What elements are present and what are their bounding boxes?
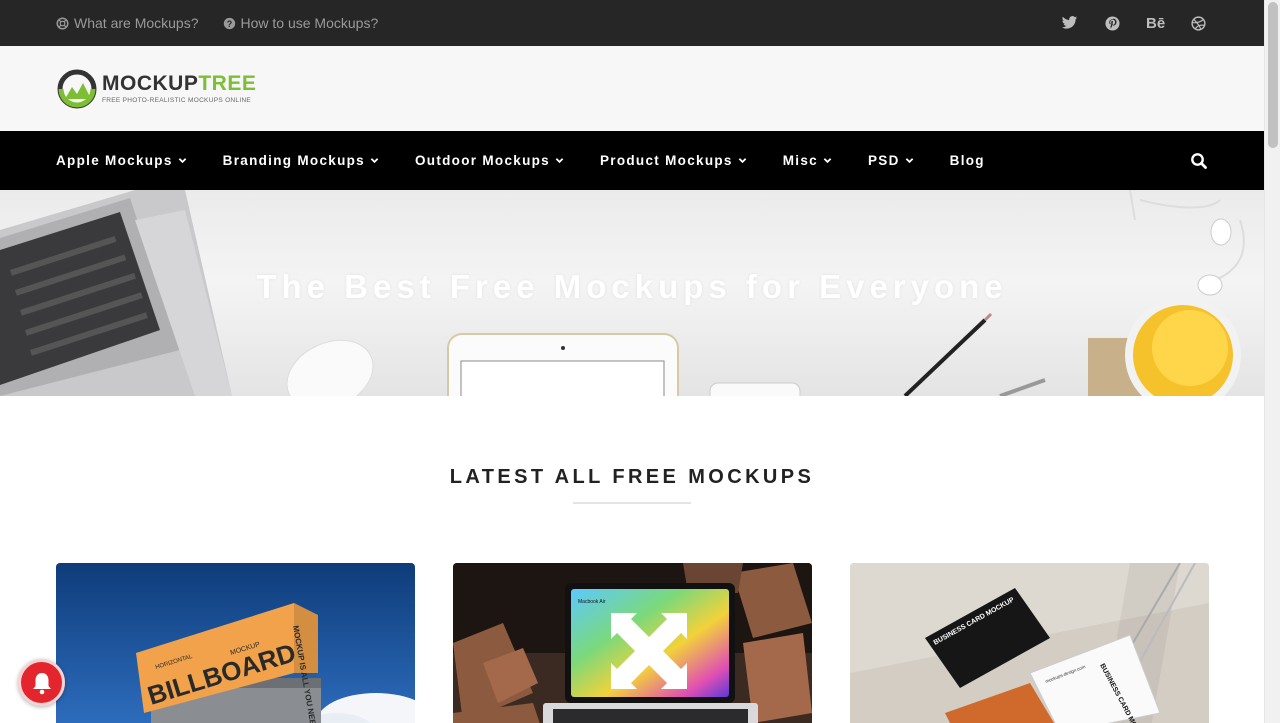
- mockuptree-logo-icon: [57, 69, 97, 108]
- nav-item-label: Blog: [949, 153, 985, 168]
- nav-item-label: Apple Mockups: [56, 153, 173, 168]
- nav-item-label: PSD: [867, 153, 900, 168]
- dribbble-icon[interactable]: [1189, 15, 1208, 31]
- business-card-mockup-thumbnail: BUSINESS CARD MOCKUP BUSINESS CARD MOCKU…: [850, 563, 1209, 723]
- logo-tagline: FREE PHOTO-REALISTIC MOCKUPS ONLINE: [102, 97, 252, 104]
- question-circle-icon: ?: [223, 17, 235, 29]
- nav-item-branding-mockups[interactable]: Branding Mockups: [223, 153, 379, 168]
- scrollbar-thumb[interactable]: [1268, 2, 1278, 148]
- nav-menu: Apple Mockups Branding Mockups Outdoor M…: [56, 153, 985, 168]
- mockup-card-grid: BILLBOARD MOCKUP HORIZONTAL MOCKUP IS AL…: [56, 563, 1209, 723]
- chevron-down-icon: [370, 158, 379, 164]
- social-links: Bē: [1060, 15, 1208, 32]
- chevron-down-icon: [823, 158, 832, 164]
- hero-banner: The Best Free Mockups for Everyone: [0, 190, 1264, 396]
- billboard-mockup-thumbnail: BILLBOARD MOCKUP HORIZONTAL MOCKUP IS AL…: [56, 563, 415, 723]
- chevron-down-icon: [555, 158, 564, 164]
- logo-name-mockup: MOCKUP: [102, 72, 199, 95]
- nav-item-apple-mockups[interactable]: Apple Mockups: [56, 153, 187, 168]
- chevron-down-icon: [905, 158, 913, 164]
- nav-item-label: Product Mockups: [599, 153, 733, 168]
- notification-bell-button[interactable]: [18, 659, 65, 706]
- nav-item-blog[interactable]: Blog: [950, 153, 985, 168]
- what-are-mockups-label: What are Mockups?: [74, 15, 199, 31]
- behance-icon[interactable]: Bē: [1146, 15, 1165, 32]
- how-to-use-mockups-label: How to use Mockups?: [240, 15, 379, 31]
- bell-icon: [32, 672, 51, 694]
- nav-item-label: Outdoor Mockups: [414, 153, 550, 168]
- pinterest-icon[interactable]: [1103, 15, 1122, 31]
- search-icon[interactable]: [1190, 152, 1208, 170]
- nav-item-psd[interactable]: PSD: [868, 153, 914, 168]
- how-to-use-mockups-link[interactable]: ? How to use Mockups?: [223, 15, 379, 31]
- main-nav: Apple Mockups Branding Mockups Outdoor M…: [0, 131, 1264, 190]
- logo-text: MOCKUPTREE FREE PHOTO-REALISTIC MOCKUPS …: [102, 73, 256, 105]
- title-divider: [573, 502, 691, 504]
- twitter-icon[interactable]: [1060, 16, 1079, 30]
- logo-name: MOCKUPTREE: [102, 73, 256, 95]
- latest-section-title: LATEST ALL FREE MOCKUPS: [449, 466, 815, 488]
- site-header: MOCKUPTREE FREE PHOTO-REALISTIC MOCKUPS …: [0, 46, 1264, 131]
- logo-name-tree: TREE: [198, 72, 257, 95]
- nav-item-product-mockups[interactable]: Product Mockups: [600, 153, 747, 168]
- help-ring-icon: [56, 16, 69, 30]
- top-bar: What are Mockups? ? How to use Mockups? …: [0, 0, 1264, 46]
- page-scrollbar[interactable]: [1264, 0, 1280, 723]
- nav-item-misc[interactable]: Misc: [783, 153, 832, 168]
- mockup-card-business-card[interactable]: BUSINESS CARD MOCKUP BUSINESS CARD MOCKU…: [850, 563, 1209, 723]
- mockup-card-billboard[interactable]: BILLBOARD MOCKUP HORIZONTAL MOCKUP IS AL…: [56, 563, 415, 723]
- hero-title: The Best Free Mockups for Everyone: [256, 268, 1008, 305]
- nav-item-label: Branding Mockups: [222, 153, 365, 168]
- laptop-screen-text: Macbook Air: [578, 599, 606, 605]
- site-logo[interactable]: MOCKUPTREE FREE PHOTO-REALISTIC MOCKUPS …: [57, 69, 256, 109]
- page: What are Mockups? ? How to use Mockups? …: [0, 0, 1264, 723]
- chevron-down-icon: [738, 158, 747, 164]
- what-are-mockups-link[interactable]: What are Mockups?: [56, 15, 199, 31]
- nav-item-outdoor-mockups[interactable]: Outdoor Mockups: [415, 153, 564, 168]
- chevron-down-icon: [178, 158, 186, 164]
- macbook-mockup-thumbnail: Macbook Air: [453, 563, 812, 723]
- svg-text:?: ?: [226, 18, 231, 28]
- mockup-card-macbook[interactable]: Macbook Air: [453, 563, 812, 723]
- nav-item-label: Misc: [782, 153, 818, 168]
- top-links: What are Mockups? ? How to use Mockups?: [56, 15, 378, 31]
